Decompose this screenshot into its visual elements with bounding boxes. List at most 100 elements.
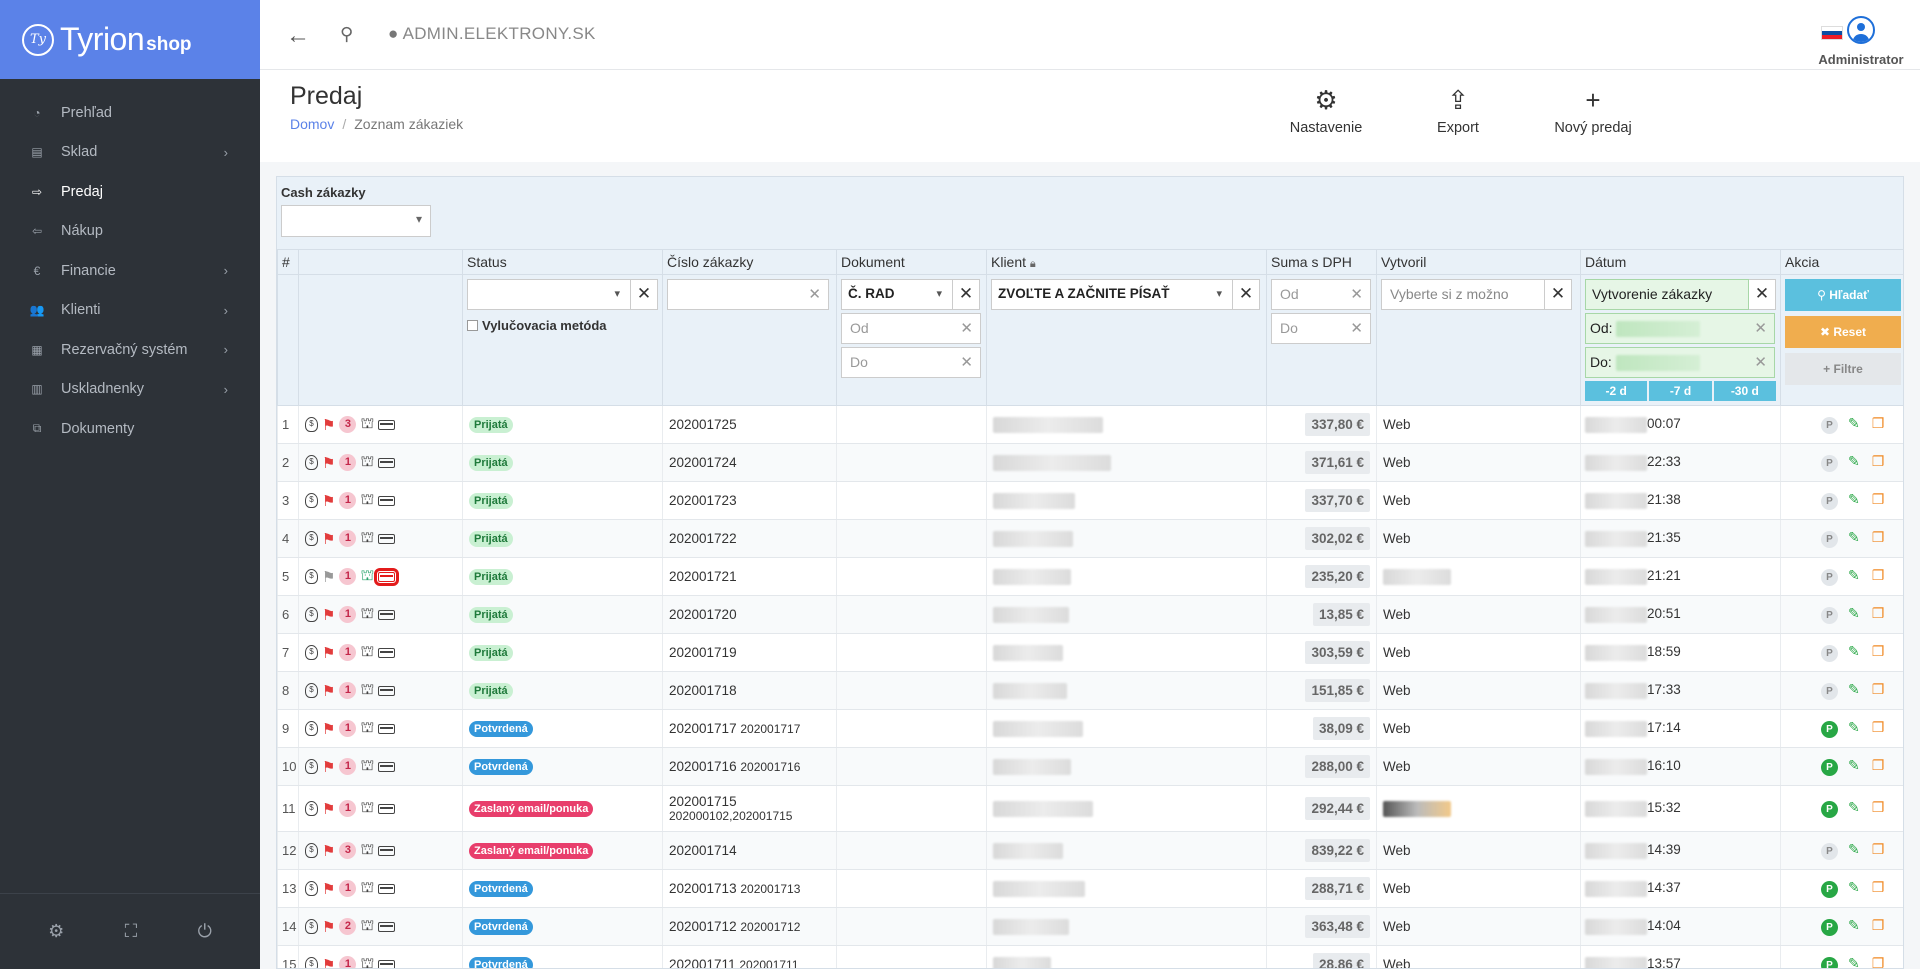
p-status-icon[interactable]: P <box>1821 607 1838 624</box>
money-bag-icon[interactable]: $ <box>305 493 318 508</box>
settings-button[interactable]: ⚙ Nastavenie <box>1274 84 1378 136</box>
document-clear-icon[interactable]: ✕ <box>952 279 980 310</box>
money-bag-icon[interactable]: $ <box>305 417 318 432</box>
clear-icon[interactable]: ✕ <box>1350 285 1363 303</box>
flag-icon[interactable]: ⚑ <box>322 842 335 860</box>
warehouse-icon[interactable]: ⛫ <box>360 567 374 586</box>
col-client[interactable]: Klient 🔒︎ <box>986 249 1267 275</box>
creator-select[interactable]: Vyberte si z možno <box>1381 279 1545 310</box>
warehouse-icon[interactable]: ⛫ <box>360 643 374 662</box>
order-number[interactable]: 202001725 <box>669 417 737 432</box>
order-number[interactable]: 202001712 <box>669 919 737 934</box>
flag-icon[interactable]: ⚑ <box>322 454 335 472</box>
copy-icon[interactable]: ❐ <box>1872 917 1885 933</box>
warehouse-icon[interactable]: ⛫ <box>360 757 374 776</box>
money-bag-icon[interactable]: $ <box>305 607 318 622</box>
edit-pencil-icon[interactable]: ✎ <box>1848 529 1860 545</box>
filters-button[interactable]: + Filtre <box>1785 353 1901 385</box>
warehouse-icon[interactable]: ⛫ <box>360 917 374 936</box>
table-row[interactable]: 13 $ ⚑ 1 ⛫ Potvrdená 202001713 202001713 288,71… <box>277 869 1903 908</box>
flag-icon[interactable]: ⚑ <box>322 530 335 548</box>
sidebar-item-6[interactable]: ▦ Rezervačný systém › <box>0 330 260 370</box>
flag-icon[interactable]: ⚑ <box>322 606 335 624</box>
col-status[interactable]: Status <box>462 249 663 275</box>
warehouse-icon[interactable]: ⛫ <box>360 955 374 968</box>
p-status-icon[interactable]: P <box>1821 531 1838 548</box>
flag-icon[interactable]: ⚑ <box>322 880 335 898</box>
money-bag-icon[interactable]: $ <box>305 683 318 698</box>
p-status-icon[interactable]: P <box>1821 801 1838 818</box>
card-icon[interactable] <box>378 495 396 506</box>
table-row[interactable]: 8 $ ⚑ 1 ⛫ Prijatá 202001718 151,85 € Web 17:33 P ✎ ❐ <box>277 671 1903 710</box>
card-icon[interactable] <box>378 685 396 696</box>
order-number[interactable]: 202001716 <box>669 759 737 774</box>
copy-icon[interactable]: ❐ <box>1872 605 1885 621</box>
card-icon[interactable] <box>378 647 396 658</box>
copy-icon[interactable]: ❐ <box>1872 529 1885 545</box>
edit-pencil-icon[interactable]: ✎ <box>1848 491 1860 507</box>
table-row[interactable]: 14 $ ⚑ 2 ⛫ Potvrdená 202001712 202001712 363,48… <box>277 907 1903 946</box>
warehouse-icon[interactable]: ⛫ <box>360 529 374 548</box>
edit-pencil-icon[interactable]: ✎ <box>1848 799 1860 815</box>
order-number[interactable]: 202001717 <box>669 721 737 736</box>
col-sum[interactable]: Suma s DPH <box>1266 249 1377 275</box>
cash-orders-select[interactable] <box>281 205 431 237</box>
date-type-select[interactable]: Vytvorenie zákazky <box>1585 279 1749 310</box>
sum-from-input[interactable]: Od ✕ <box>1271 279 1371 310</box>
warehouse-icon[interactable]: ⛫ <box>360 841 374 860</box>
copy-icon[interactable]: ❐ <box>1872 841 1885 857</box>
copy-icon[interactable]: ❐ <box>1872 567 1885 583</box>
order-number[interactable]: 202001721 <box>669 569 737 584</box>
money-bag-icon[interactable]: $ <box>305 843 318 858</box>
document-from-input[interactable]: Od ✕ <box>841 313 981 344</box>
client-clear-icon[interactable]: ✕ <box>1232 279 1260 310</box>
copy-icon[interactable]: ❐ <box>1872 415 1885 431</box>
sidebar-item-7[interactable]: ▥ Uskladnenky › <box>0 370 260 410</box>
back-arrow-icon[interactable]: ← <box>286 22 310 50</box>
clear-icon[interactable]: ✕ <box>1754 319 1767 337</box>
client-select[interactable]: ZVOĽTE A ZAČNITE PÍSAŤ ▾ <box>991 279 1233 310</box>
fullscreen-icon[interactable]: ⛶ <box>125 921 138 942</box>
edit-pencil-icon[interactable]: ✎ <box>1848 605 1860 621</box>
sidebar-item-4[interactable]: € Financie › <box>0 251 260 291</box>
p-status-icon[interactable]: P <box>1821 493 1838 510</box>
card-icon[interactable] <box>378 959 396 968</box>
col-created-by[interactable]: Vytvoril <box>1376 249 1581 275</box>
card-icon[interactable] <box>378 723 396 734</box>
money-bag-icon[interactable]: $ <box>305 957 318 968</box>
card-icon[interactable] <box>378 845 396 856</box>
order-number[interactable]: 202001723 <box>669 493 737 508</box>
copy-icon[interactable]: ❐ <box>1872 681 1885 697</box>
table-row[interactable]: 2 $ ⚑ 1 ⛫ Prijatá 202001724 371,61 € Web 22:33 P ✎ ❐ <box>277 443 1903 482</box>
warehouse-icon[interactable]: ⛫ <box>360 415 374 434</box>
warehouse-icon[interactable]: ⛫ <box>360 719 374 738</box>
card-icon[interactable] <box>378 803 396 814</box>
edit-pencil-icon[interactable]: ✎ <box>1848 841 1860 857</box>
quick-2d-button[interactable]: -2 d <box>1585 381 1648 401</box>
edit-pencil-icon[interactable]: ✎ <box>1848 955 1860 968</box>
quick-30d-button[interactable]: -30 d <box>1713 381 1776 401</box>
p-status-icon[interactable]: P <box>1821 645 1838 662</box>
warehouse-icon[interactable]: ⛫ <box>360 681 374 700</box>
table-row[interactable]: 9 $ ⚑ 1 ⛫ Potvrdená 202001717 202001717 38,09 €… <box>277 709 1903 748</box>
new-sale-button[interactable]: + Nový predaj <box>1538 84 1648 136</box>
clear-icon[interactable]: ✕ <box>1754 353 1767 371</box>
warehouse-icon[interactable]: ⛫ <box>360 799 374 818</box>
table-row[interactable]: 6 $ ⚑ 1 ⛫ Prijatá 202001720 13,85 € Web 20:51 P ✎ ❐ <box>277 595 1903 634</box>
money-bag-icon[interactable]: $ <box>305 919 318 934</box>
card-icon[interactable] <box>378 609 396 620</box>
money-bag-icon[interactable]: $ <box>305 721 318 736</box>
order-number[interactable]: 202001724 <box>669 455 737 470</box>
copy-icon[interactable]: ❐ <box>1872 643 1885 659</box>
copy-icon[interactable]: ❐ <box>1872 879 1885 895</box>
p-status-icon[interactable]: P <box>1821 881 1838 898</box>
sidebar-item-0[interactable]: ◔ Prehľad <box>0 93 260 133</box>
order-number[interactable]: 202001715 <box>669 794 836 809</box>
edit-pencil-icon[interactable]: ✎ <box>1848 567 1860 583</box>
p-status-icon[interactable]: P <box>1821 721 1838 738</box>
edit-pencil-icon[interactable]: ✎ <box>1848 879 1860 895</box>
quick-7d-button[interactable]: -7 d <box>1649 381 1712 401</box>
flag-icon[interactable]: ⚑ <box>322 644 335 662</box>
money-bag-icon[interactable]: $ <box>305 801 318 816</box>
card-icon[interactable] <box>378 533 396 544</box>
